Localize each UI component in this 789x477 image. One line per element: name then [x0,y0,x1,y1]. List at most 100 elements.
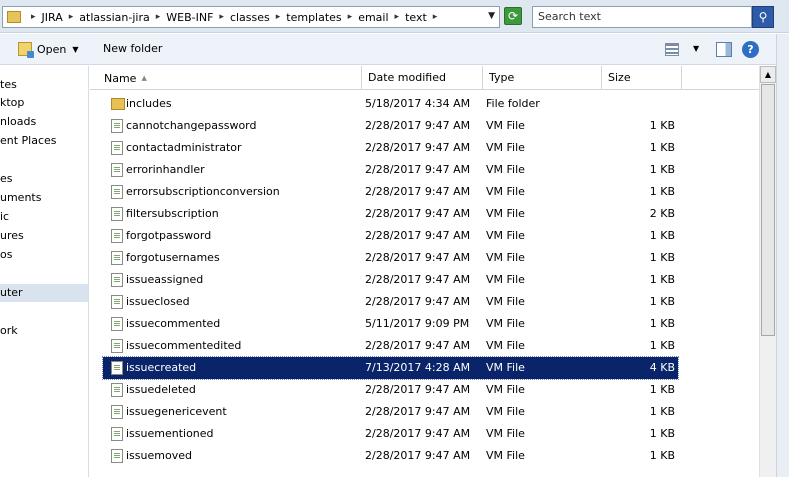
file-type: VM File [486,273,525,286]
file-icon [111,427,123,441]
file-size: 1 KB [649,405,675,418]
view-dropdown-icon[interactable]: ▼ [693,44,699,53]
file-name: issuementioned [126,427,214,440]
file-date: 2/28/2017 9:47 AM [365,119,471,132]
breadcrumb-text[interactable]: text [405,11,427,24]
file-row[interactable]: issuecreated 7/13/2017 4:28 AM VM File 4 KB [102,356,679,380]
file-size: 1 KB [649,163,675,176]
column-header-name[interactable]: Name ▲ [98,66,362,90]
file-date: 2/28/2017 9:47 AM [365,427,471,440]
breadcrumb-email[interactable]: email [358,11,388,24]
file-row[interactable]: filtersubscription 2/28/2017 9:47 AM VM Fi… [103,203,678,225]
file-icon [111,229,123,243]
file-row[interactable]: issueassigned 2/28/2017 9:47 AM VM File 1 K… [103,269,678,291]
file-row[interactable]: issuementioned 2/28/2017 9:47 AM VM File 1 … [103,423,678,445]
file-icon [111,405,123,419]
column-header-size[interactable]: Size [602,66,682,90]
file-row[interactable]: issueclosed 2/28/2017 9:47 AM VM File 1 KB [103,291,678,313]
file-icon [111,383,123,397]
file-date: 2/28/2017 9:47 AM [365,295,471,308]
file-row[interactable]: issuedeleted 2/28/2017 9:47 AM VM File 1 KB [103,379,678,401]
breadcrumb-web-inf[interactable]: WEB-INF [166,11,213,24]
file-size: 1 KB [649,295,675,308]
breadcrumb-separator[interactable]: ▸ [389,12,406,22]
file-icon [111,295,123,309]
address-history-dropdown-icon[interactable]: ▼ [488,11,495,21]
file-type: VM File [486,405,525,418]
file-date: 2/28/2017 9:47 AM [365,405,471,418]
file-name: errorsubscriptionconversion [126,185,280,198]
view-options-icon[interactable] [665,43,679,56]
search-input[interactable]: Search text [532,6,752,28]
help-icon[interactable]: ? [742,41,759,58]
file-date: 2/28/2017 9:47 AM [365,449,471,462]
file-date: 2/28/2017 9:47 AM [365,207,471,220]
nav-item-downloads[interactable]: nloads [0,113,88,131]
file-date: 2/28/2017 9:47 AM [365,229,471,242]
file-name: issuecreated [126,361,197,374]
file-size: 1 KB [649,141,675,154]
nav-item-music[interactable]: ic [0,208,88,226]
file-date: 2/28/2017 9:47 AM [365,383,471,396]
column-headers: Name ▲ Date modified Type Size [90,66,759,90]
nav-item-videos[interactable]: os [0,246,88,264]
file-row[interactable]: forgotpassword 2/28/2017 9:47 AM VM File 1 … [103,225,678,247]
new-folder-button[interactable]: New folder [103,42,162,55]
column-header-date[interactable]: Date modified [362,66,483,90]
scroll-up-button[interactable]: ▲ [760,66,776,83]
file-date: 2/28/2017 9:47 AM [365,185,471,198]
search-icon[interactable]: ⚲ [752,6,774,28]
file-name: includes [126,97,172,110]
column-header-type[interactable]: Type [483,66,602,90]
breadcrumb-separator[interactable]: ▸ [25,12,42,22]
vertical-scrollbar[interactable]: ▲ [759,66,776,477]
file-date: 2/28/2017 9:47 AM [365,163,471,176]
breadcrumb-templates[interactable]: templates [286,11,341,24]
scroll-thumb[interactable] [761,84,775,336]
file-date: 5/18/2017 4:34 AM [365,97,471,110]
open-button[interactable]: Open ▼ [18,42,79,58]
nav-item-computer[interactable]: uter [0,284,88,302]
file-date: 2/28/2017 9:47 AM [365,339,471,352]
file-row[interactable]: cannotchangepassword 2/28/2017 9:47 AM VM … [103,115,678,137]
file-row[interactable]: issuemoved 2/28/2017 9:47 AM VM File 1 KB [103,445,678,467]
breadcrumb-separator[interactable]: ▸ [150,12,167,22]
file-date: 2/28/2017 9:47 AM [365,141,471,154]
breadcrumb-classes[interactable]: classes [230,11,270,24]
breadcrumb-atlassian-jira[interactable]: atlassian-jira [79,11,149,24]
file-type: VM File [486,383,525,396]
file-row[interactable]: issuecommentedited 2/28/2017 9:47 AM VM Fi… [103,335,678,357]
chevron-down-icon[interactable]: ▼ [72,45,78,54]
breadcrumb-separator[interactable]: ▸ [63,12,80,22]
file-row[interactable]: errorinhandler 2/28/2017 9:47 AM VM File 1 … [103,159,678,181]
nav-item-favorites[interactable]: tes [0,76,88,94]
breadcrumb-separator[interactable]: ▸ [213,12,230,22]
file-row[interactable]: issuegenericevent 2/28/2017 9:47 AM VM Fil… [103,401,678,423]
nav-item-documents[interactable]: uments [0,189,88,207]
address-bar[interactable]: ▸ JIRA ▸ atlassian-jira ▸ WEB-INF ▸ clas… [2,6,500,28]
file-row[interactable]: forgotusernames 2/28/2017 9:47 AM VM File 1… [103,247,678,269]
file-name: issuemoved [126,449,192,462]
breadcrumb-separator[interactable]: ▸ [270,12,287,22]
file-row[interactable]: includes 5/18/2017 4:34 AM File folder [103,93,678,115]
file-row[interactable]: contactadministrator 2/28/2017 9:47 AM VM … [103,137,678,159]
open-icon [18,42,34,58]
nav-item-network[interactable]: ork [0,322,88,340]
breadcrumb-jira[interactable]: JIRA [42,11,63,24]
file-type: VM File [486,427,525,440]
file-size: 1 KB [649,251,675,264]
file-type: VM File [486,119,525,132]
nav-item-recent-places[interactable]: ent Places [0,132,88,150]
file-type: VM File [486,251,525,264]
file-row[interactable]: errorsubscriptionconversion 2/28/2017 9:4… [103,181,678,203]
breadcrumb-separator[interactable]: ▸ [342,12,359,22]
nav-item-pictures[interactable]: ures [0,227,88,245]
breadcrumb-separator[interactable]: ▸ [427,12,444,22]
nav-item-desktop[interactable]: ktop [0,94,88,112]
nav-item-libraries[interactable]: es [0,170,88,188]
refresh-button[interactable]: ⟳ [504,7,522,25]
file-row[interactable]: issuecommented 5/11/2017 9:09 PM VM File 1 … [103,313,678,335]
preview-pane-icon[interactable] [716,42,732,57]
file-name: issueassigned [126,273,204,286]
file-list: includes 5/18/2017 4:34 AM File folder cann… [90,93,759,477]
